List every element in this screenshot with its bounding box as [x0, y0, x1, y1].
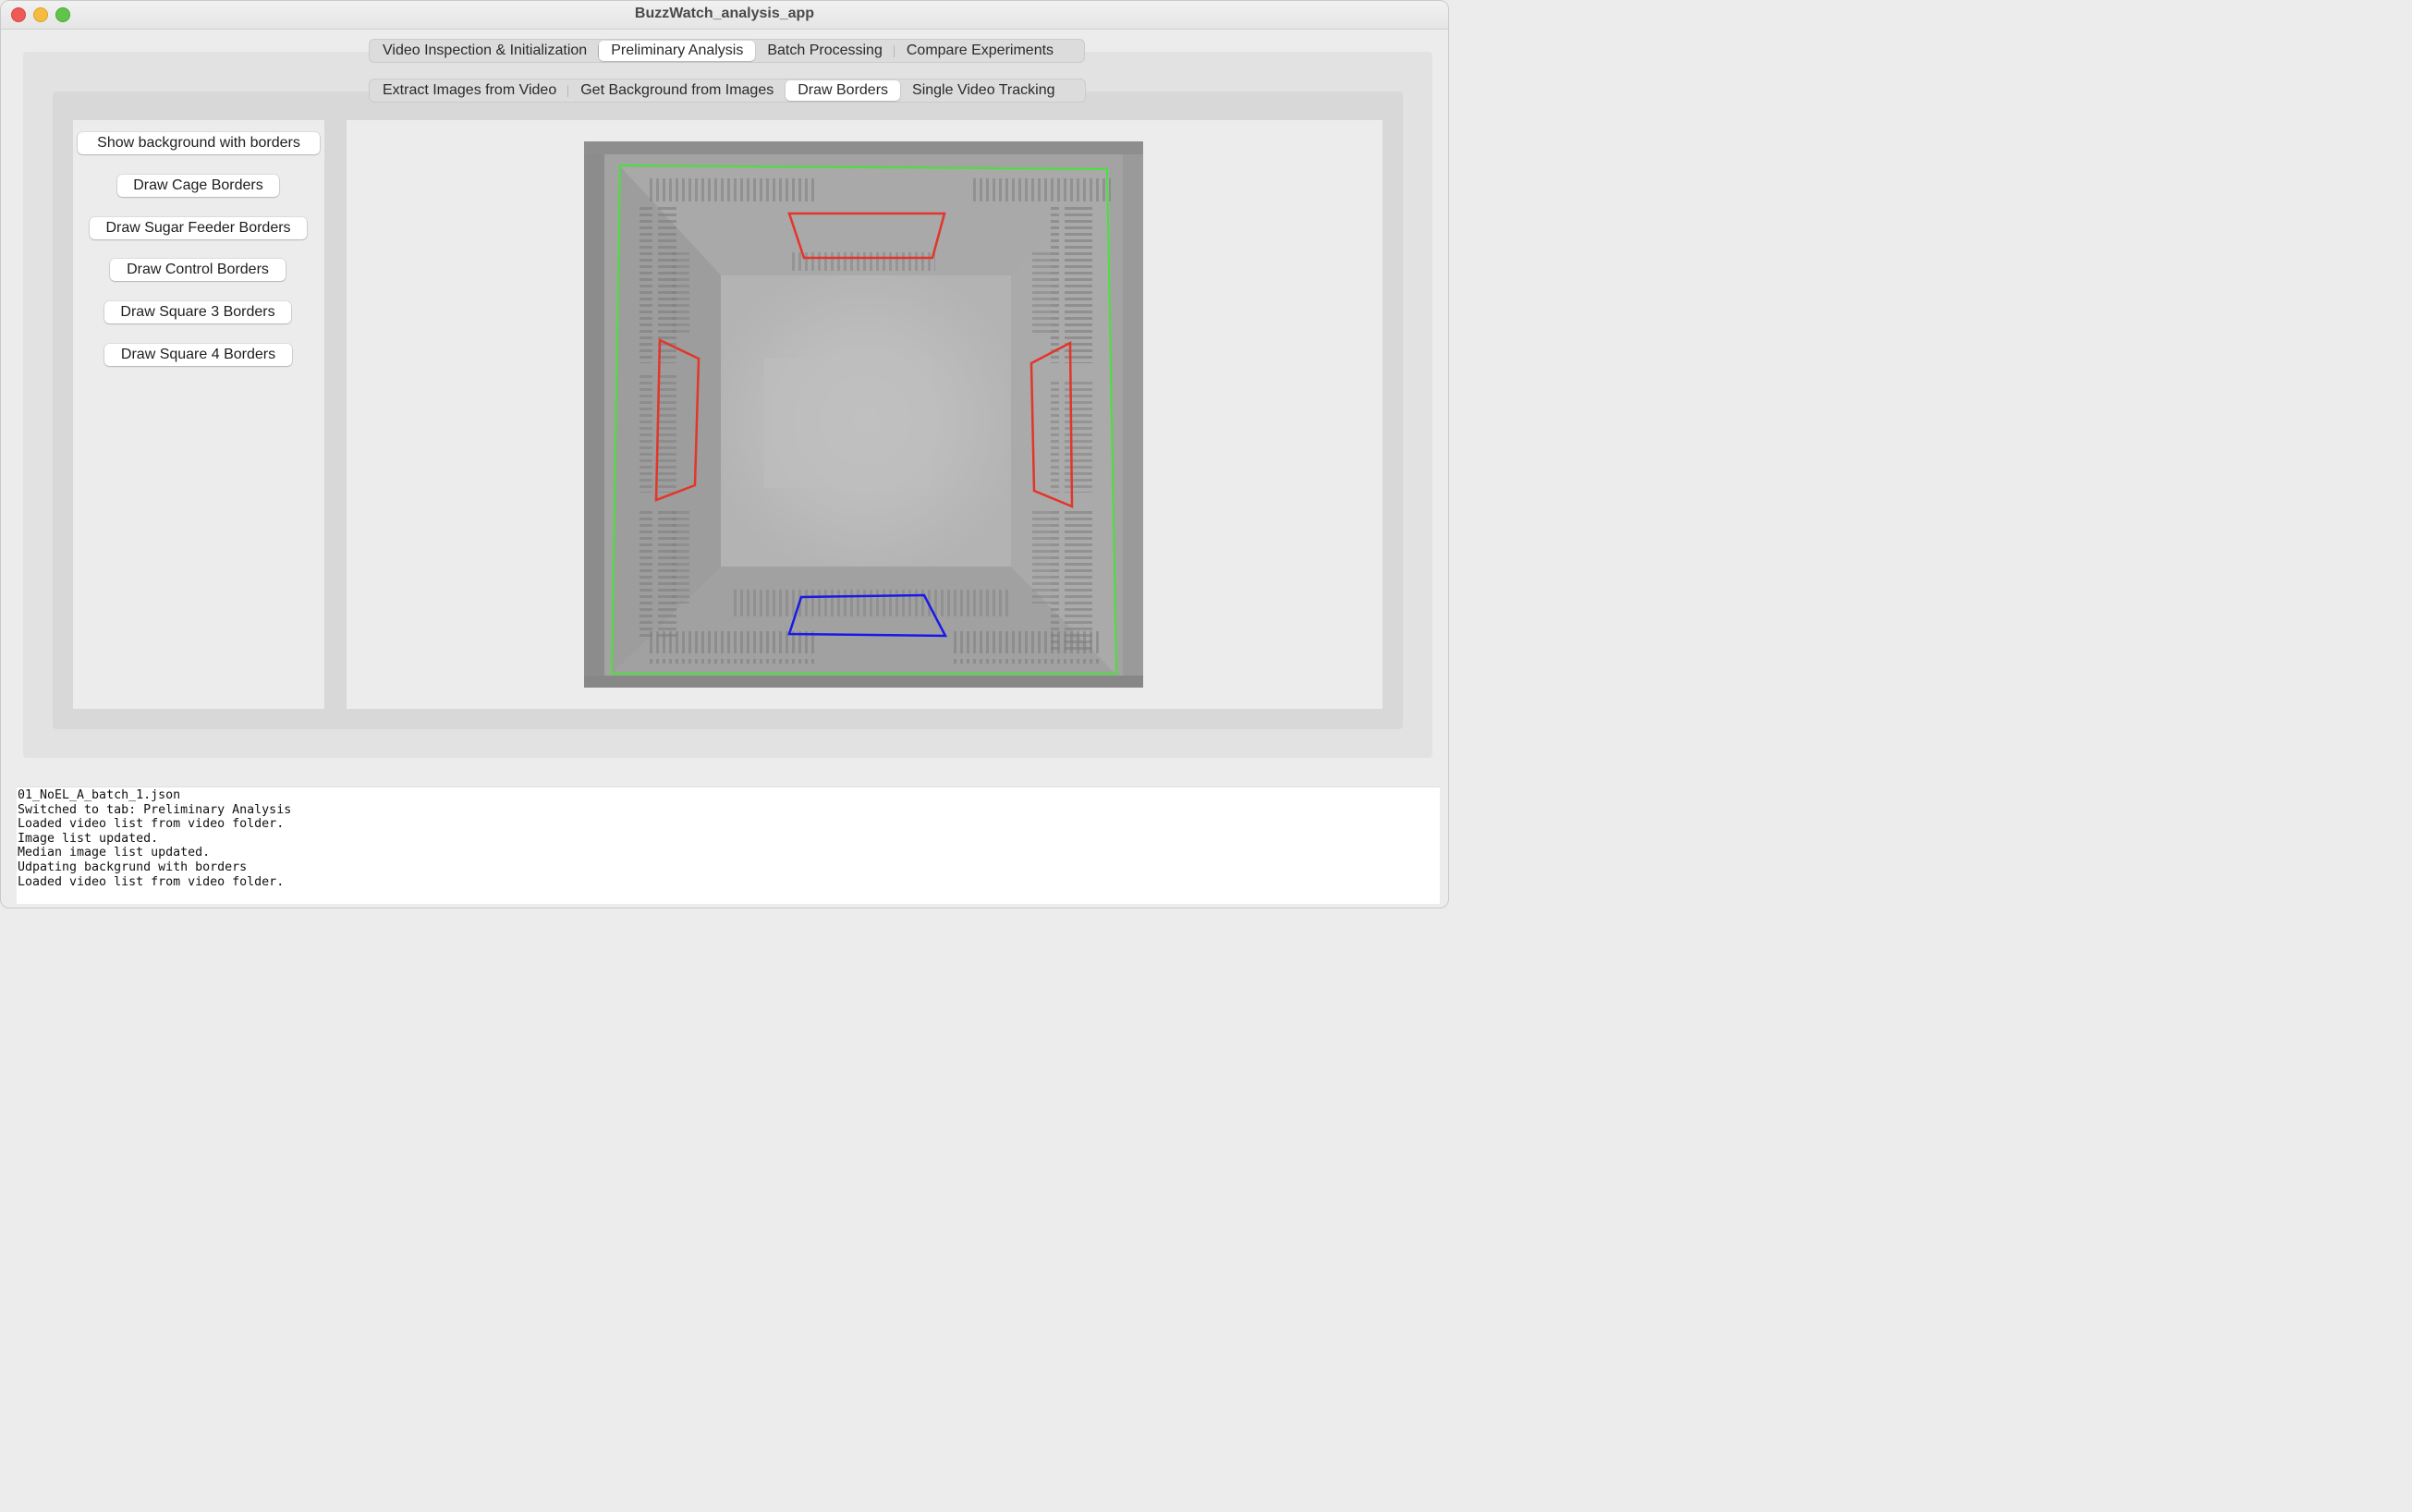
tab-batch-processing[interactable]: Batch Processing — [755, 41, 895, 61]
border-controls-panel — [73, 120, 324, 709]
log-line: 01_NoEL_A_batch_1.json — [18, 788, 181, 802]
tab-compare-experiments[interactable]: Compare Experiments — [895, 41, 1066, 61]
tab-draw-borders[interactable]: Draw Borders — [786, 80, 901, 101]
log-line: Switched to tab: Preliminary Analysis — [18, 802, 292, 817]
sub-tab-bar: Extract Images from Video Get Background… — [369, 79, 1086, 103]
log-output: 01_NoEL_A_batch_1.json Switched to tab: … — [17, 786, 1440, 904]
log-line: Image list updated. — [18, 831, 159, 846]
draw-square-3-borders-button[interactable]: Draw Square 3 Borders — [104, 301, 291, 323]
log-line: Loaded video list from video folder. — [18, 874, 285, 889]
tab-extract-images[interactable]: Extract Images from Video — [371, 80, 569, 101]
main-tab-bar: Video Inspection & Initialization Prelim… — [369, 39, 1085, 63]
title-bar: BuzzWatch_analysis_app — [1, 1, 1448, 30]
tab-single-video-tracking[interactable]: Single Video Tracking — [900, 80, 1066, 101]
window-title: BuzzWatch_analysis_app — [634, 6, 815, 21]
draw-cage-borders-button[interactable]: Draw Cage Borders — [117, 175, 279, 197]
show-background-button[interactable]: Show background with borders — [78, 132, 320, 154]
tab-get-background[interactable]: Get Background from Images — [568, 80, 786, 101]
draw-sugar-feeder-borders-button[interactable]: Draw Sugar Feeder Borders — [90, 217, 307, 239]
tab-preliminary-analysis[interactable]: Preliminary Analysis — [599, 41, 756, 61]
tab-video-inspection[interactable]: Video Inspection & Initialization — [371, 41, 600, 61]
log-line: Udpating backgrund with borders — [18, 860, 248, 874]
log-line: Median image list updated. — [18, 846, 211, 860]
draw-control-borders-button[interactable]: Draw Control Borders — [110, 259, 286, 281]
draw-square-4-borders-button[interactable]: Draw Square 4 Borders — [104, 344, 292, 366]
cage-background-image — [584, 141, 1143, 688]
log-line: Loaded video list from video folder. — [18, 817, 285, 832]
app-window: BuzzWatch_analysis_app Video Inspection … — [0, 0, 1449, 908]
cage-background-svg — [584, 141, 1143, 688]
